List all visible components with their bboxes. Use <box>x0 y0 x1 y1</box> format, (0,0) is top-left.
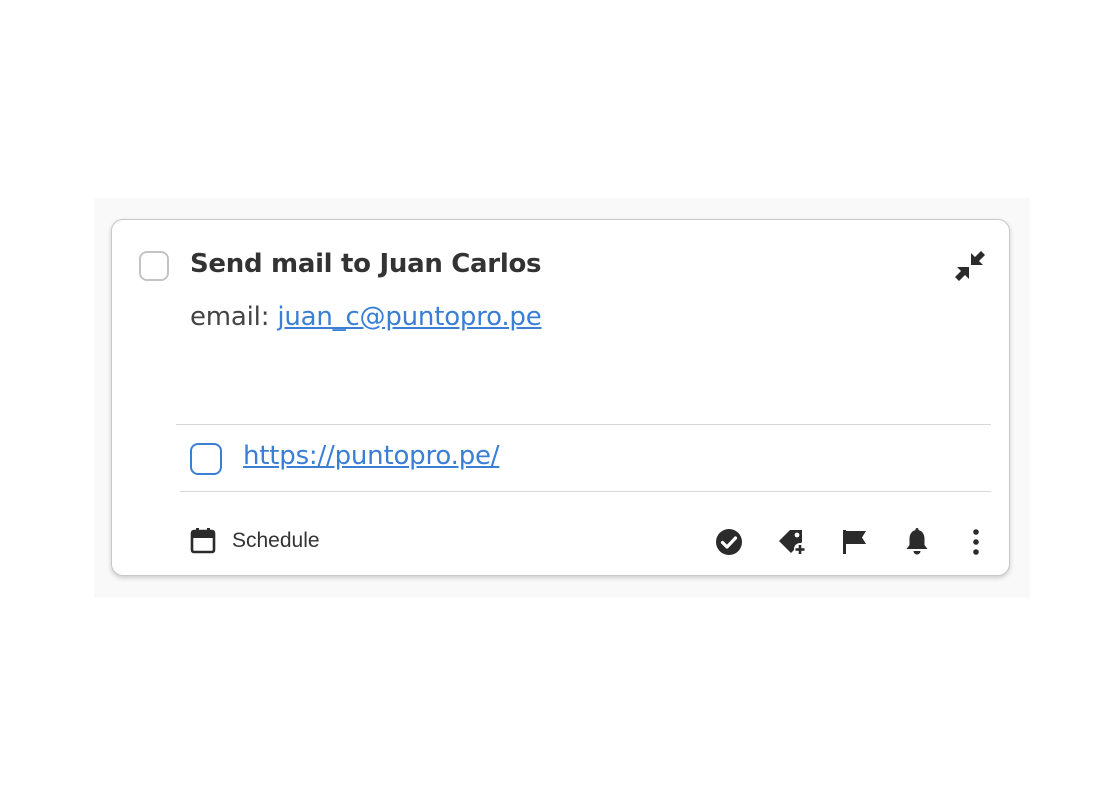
reminder-button[interactable] <box>901 526 933 558</box>
email-link[interactable]: juan_c@puntopro.pe <box>277 302 541 332</box>
add-tag-icon <box>779 530 806 555</box>
task-card: Send mail to Juan Carlos email: juan_c@p… <box>111 219 1010 576</box>
subtask-link[interactable]: https://puntopro.pe/ <box>243 441 500 471</box>
flag-button[interactable] <box>839 526 871 558</box>
task-notes: email: juan_c@puntopro.pe <box>190 302 542 332</box>
more-options-button[interactable] <box>960 526 992 558</box>
complete-button[interactable] <box>713 526 745 558</box>
calendar-icon <box>190 528 216 554</box>
divider <box>176 424 991 425</box>
collapse-button[interactable] <box>952 248 988 284</box>
schedule-label: Schedule <box>232 529 320 552</box>
task-complete-checkbox[interactable] <box>139 251 169 281</box>
notes-label: email: <box>190 302 278 332</box>
bell-icon <box>906 528 928 555</box>
check-circle-icon <box>716 529 742 555</box>
flag-icon <box>843 530 866 554</box>
more-vertical-icon <box>973 529 979 555</box>
divider <box>180 491 991 492</box>
add-tag-button[interactable] <box>776 526 808 558</box>
task-title[interactable]: Send mail to Juan Carlos <box>190 249 541 279</box>
collapse-arrows-icon <box>955 251 985 281</box>
schedule-button[interactable]: Schedule <box>190 526 320 556</box>
subtask-checkbox[interactable] <box>190 443 222 475</box>
